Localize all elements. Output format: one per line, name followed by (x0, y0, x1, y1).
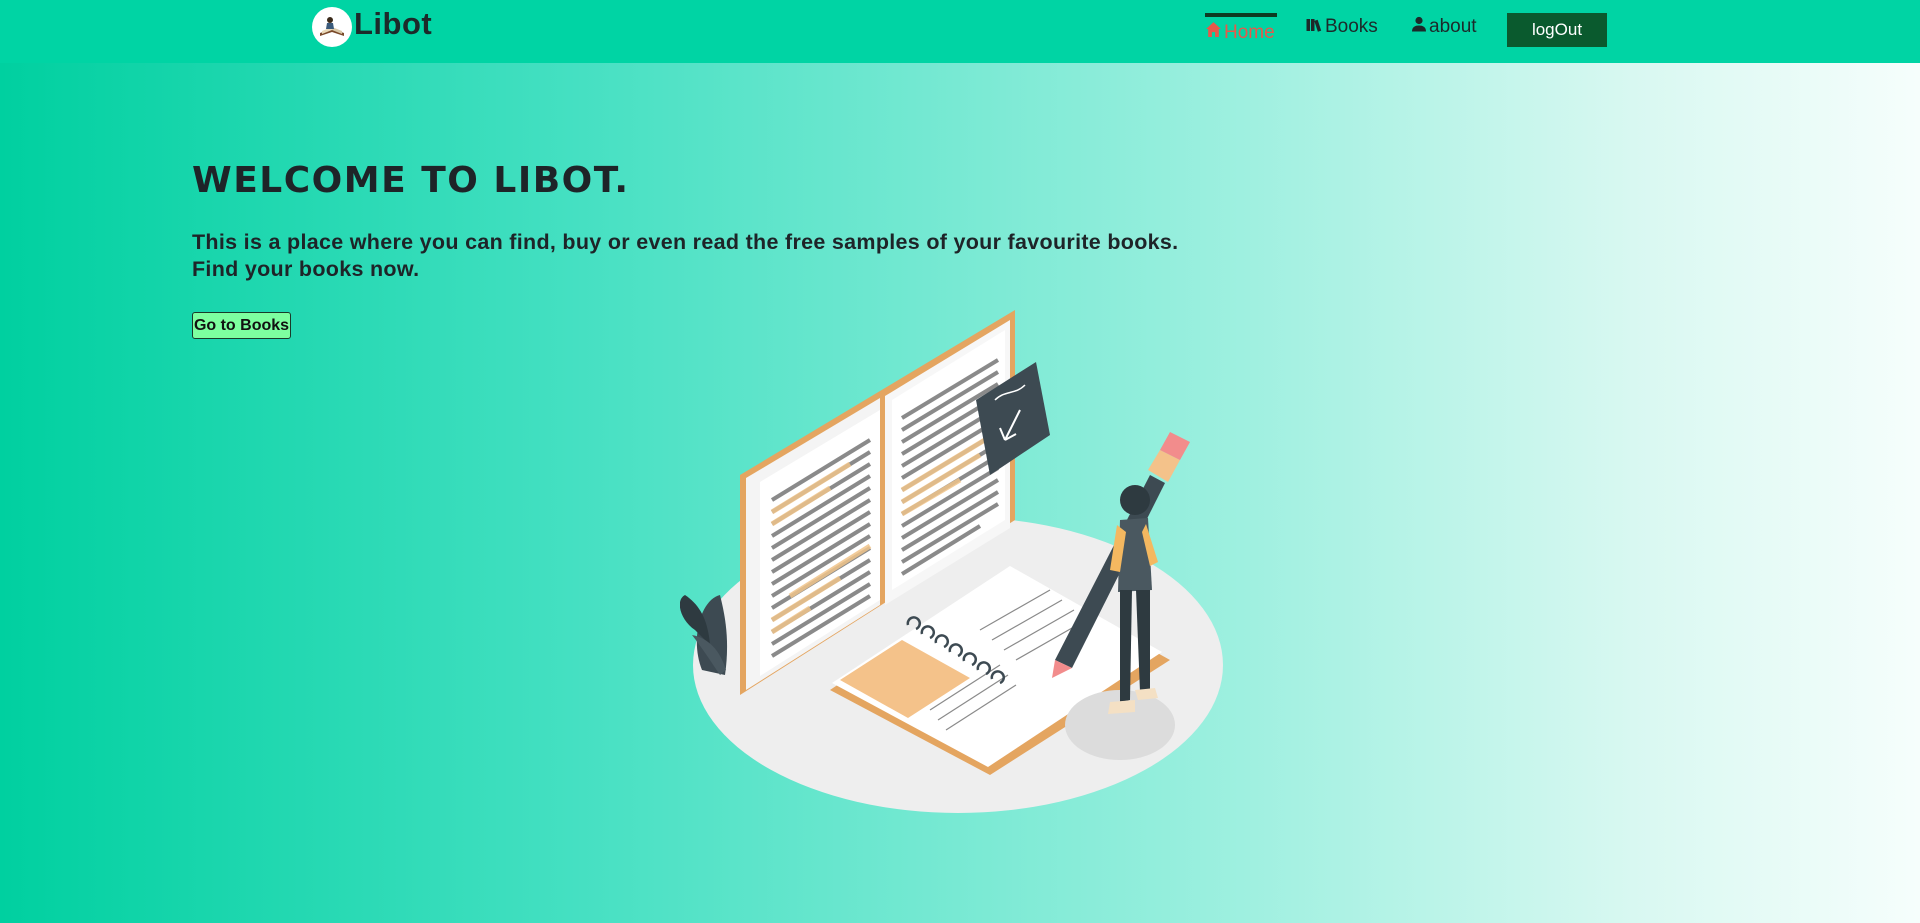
hero-description-line-1: This is a place where you can find, buy … (192, 230, 1179, 254)
logout-button[interactable]: logOut (1507, 13, 1607, 47)
nav-item-label: Home (1224, 21, 1275, 43)
hero-description-line-2: Find your books now. (192, 257, 420, 281)
nav-item-about[interactable]: about (1411, 16, 1477, 38)
nav-item-label: about (1429, 16, 1477, 37)
home-icon (1205, 21, 1222, 44)
user-icon (1411, 16, 1427, 38)
navbar: Libot Home Books about logOut (0, 0, 1920, 63)
go-to-books-button[interactable]: Go to Books (192, 312, 291, 339)
brand[interactable]: Libot (312, 6, 433, 47)
nav-item-home[interactable]: Home (1205, 13, 1277, 44)
page-title: WELCOME TO LIBOT. (192, 160, 630, 201)
book-reading-logo-icon (312, 7, 352, 47)
nav-item-books[interactable]: Books (1306, 16, 1378, 38)
brand-name: Libot (354, 6, 433, 41)
hero-description: This is a place where you can find, buy … (192, 229, 1292, 283)
books-icon (1306, 16, 1323, 38)
reading-illustration (679, 300, 1240, 820)
active-indicator (1205, 13, 1277, 17)
nav-item-label: Books (1325, 16, 1378, 37)
